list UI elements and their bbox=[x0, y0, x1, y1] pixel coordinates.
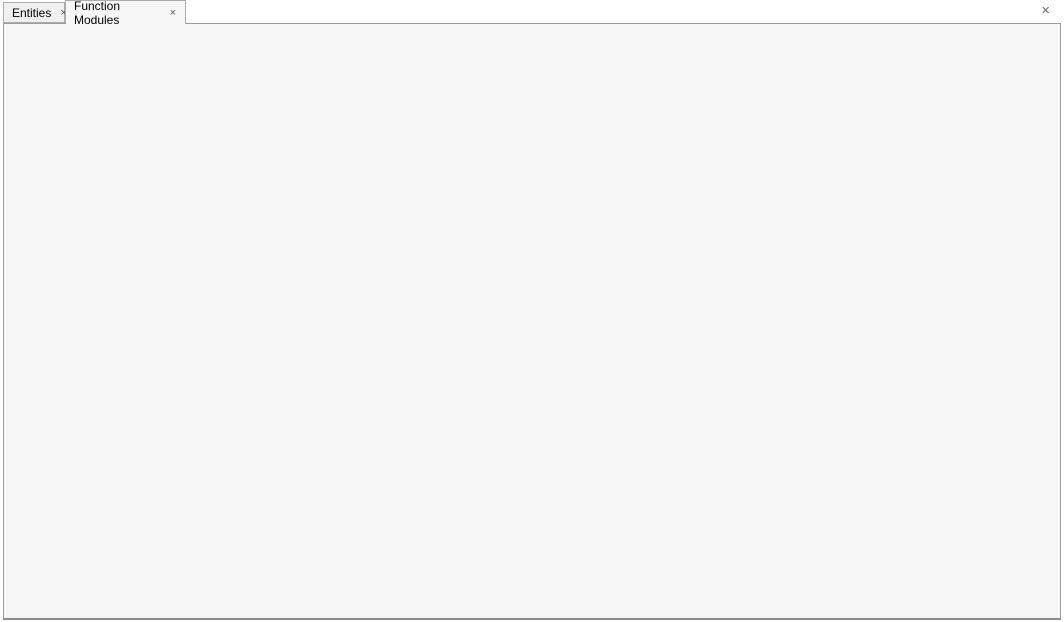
tab-label: Entities bbox=[12, 6, 51, 20]
tab-bar: Entities × Function Modules × × bbox=[0, 0, 1064, 23]
function-modules-window: Entities × Function Modules × × Customer… bbox=[0, 0, 1064, 622]
tab-function-modules[interactable]: Function Modules × bbox=[65, 0, 186, 24]
window-close-icon[interactable]: × bbox=[1041, 3, 1050, 18]
tab-entities[interactable]: Entities × bbox=[3, 2, 65, 23]
tab-label: Function Modules bbox=[74, 0, 161, 27]
content-panel bbox=[3, 23, 1061, 620]
tab-close-icon[interactable]: × bbox=[169, 7, 177, 19]
